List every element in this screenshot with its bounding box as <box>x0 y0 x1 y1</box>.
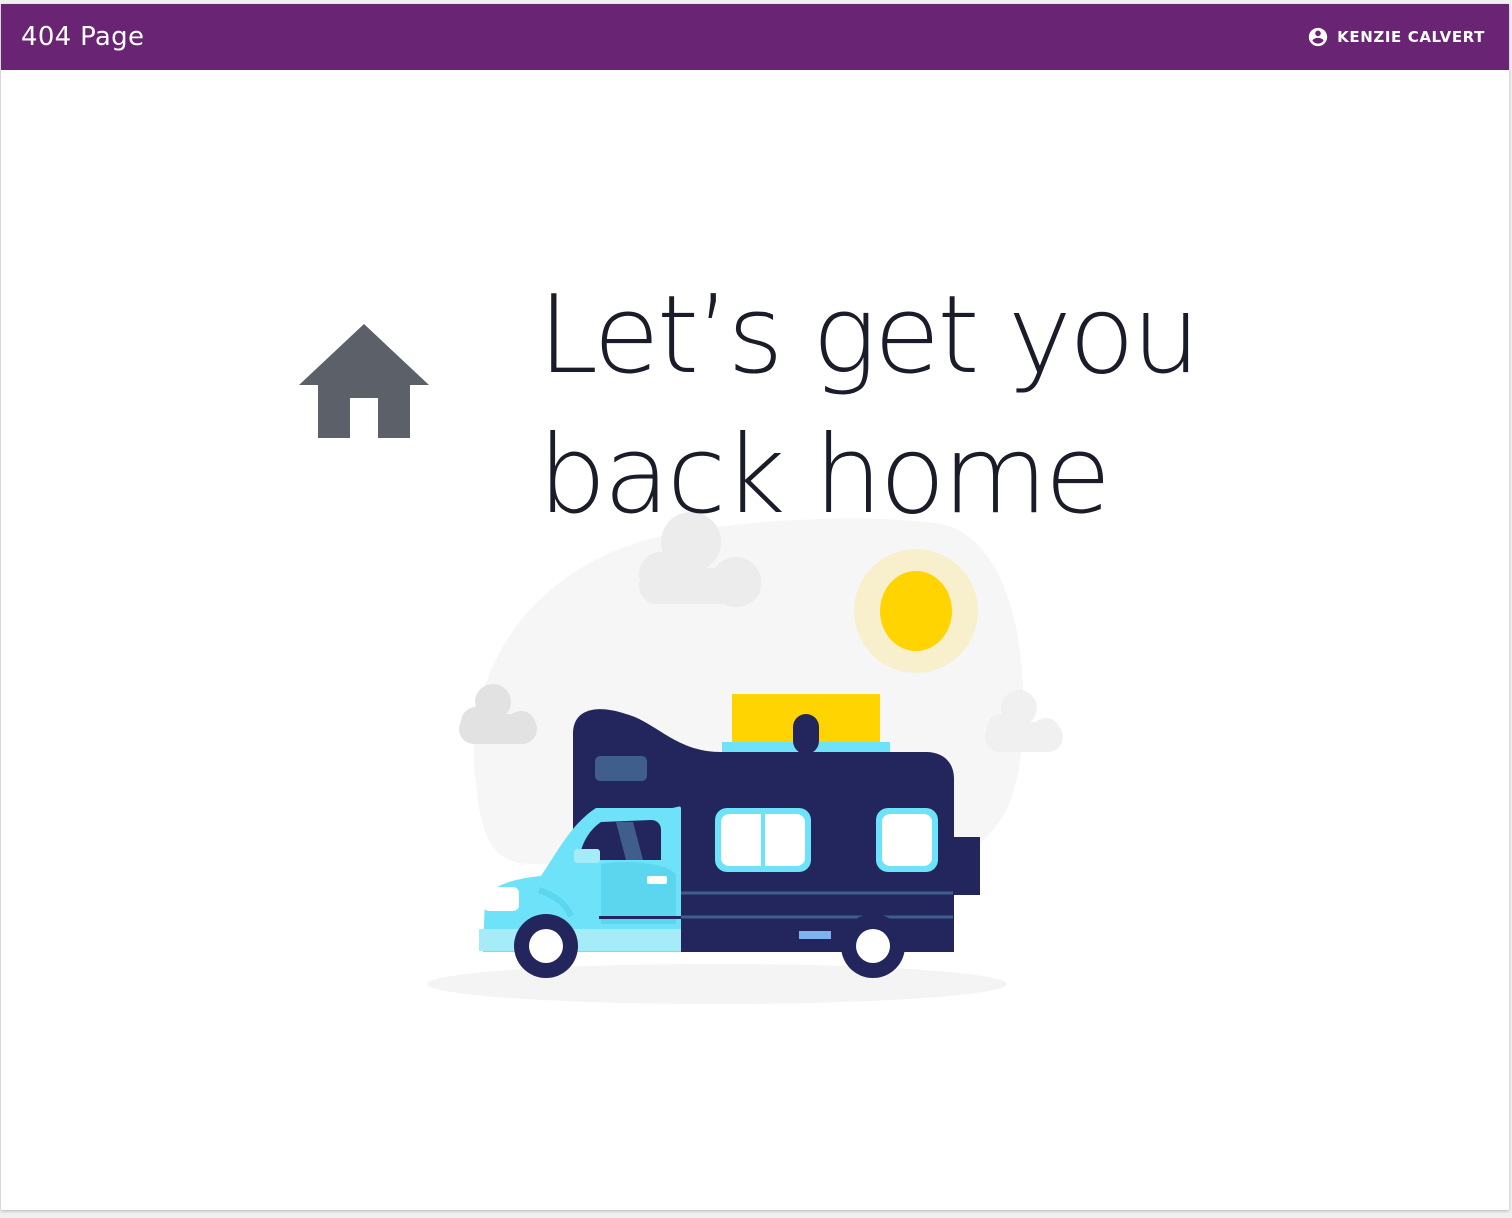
page-frame: 404 Page KENZIE CALVERT Let’s get you ba… <box>1 4 1509 1210</box>
top-app-bar: 404 Page KENZIE CALVERT <box>1 4 1509 70</box>
mirror <box>574 849 600 863</box>
front-wheel <box>514 914 578 978</box>
rear-wheel <box>841 914 905 978</box>
headline: Let’s get you back home <box>538 266 1200 546</box>
headlight <box>483 887 519 911</box>
mini-window <box>595 756 647 781</box>
rear-box <box>952 837 980 895</box>
roof-vent <box>793 714 819 754</box>
camper-window-2 <box>876 808 938 872</box>
headline-line-1: Let’s get you <box>538 273 1200 398</box>
cab-door-shade <box>601 862 676 924</box>
user-name: KENZIE CALVERT <box>1337 28 1485 46</box>
page-title: 404 Page <box>21 22 145 52</box>
door-handle <box>647 876 667 884</box>
ground-shadow <box>427 964 1007 1004</box>
side-light <box>799 931 831 939</box>
account-circle-icon <box>1309 27 1328 47</box>
sun <box>880 571 952 651</box>
headline-line-2: back home <box>538 413 1111 538</box>
camper-van-illustration <box>427 512 1063 1004</box>
user-menu-button[interactable]: KENZIE CALVERT <box>1307 24 1485 50</box>
cab-lower-panel <box>479 929 681 951</box>
camper-window-1 <box>715 808 811 872</box>
home-icon[interactable] <box>298 324 430 438</box>
